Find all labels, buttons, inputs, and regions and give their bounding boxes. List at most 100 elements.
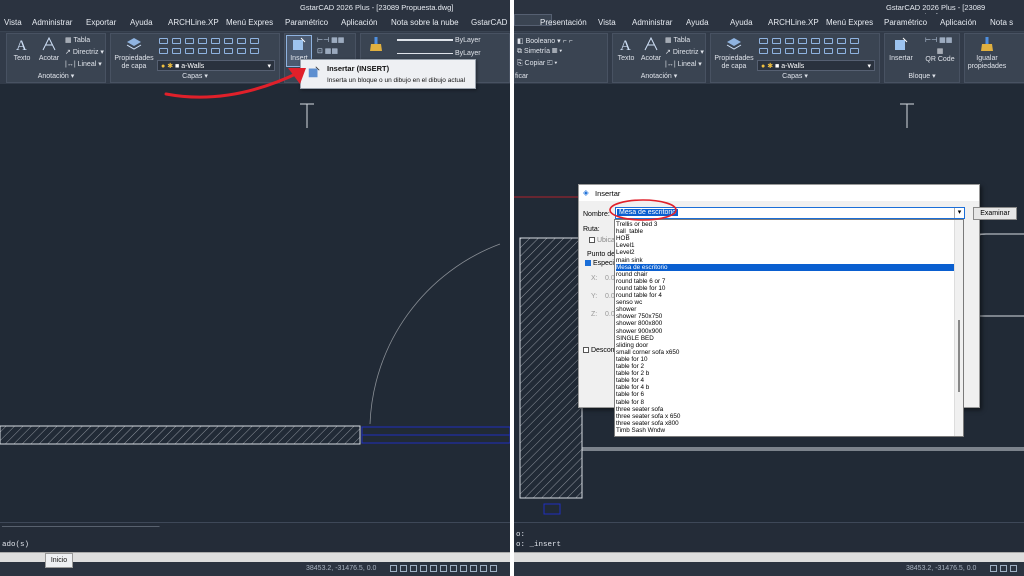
bylayer-linetype[interactable]: ByLayer [397,50,481,57]
list-item[interactable]: hall_table [616,228,643,235]
list-item[interactable]: Trellis or bed 3 [616,221,657,228]
multileader-button[interactable]: ↗ Directriz ▾ [65,48,104,56]
list-item[interactable]: Mesa de escritorio [616,263,954,271]
dimension-button[interactable]: Acotar [639,36,663,63]
status-toggle-icons[interactable] [390,565,500,572]
qr-code-button[interactable]: ▦ QR Code [925,48,955,64]
block-tools-icons[interactable]: ⊢⊣ ▦▦ [317,36,344,44]
list-item[interactable]: shower 900x900 [616,328,662,335]
menu-ayuda[interactable]: Ayuda [730,18,753,27]
insert-button[interactable]: Insertar [887,36,915,63]
menu-vista[interactable]: Vista [4,18,22,27]
menu-menu-expres[interactable]: Menú Expres [226,18,273,27]
list-item[interactable]: shower 750x750 [616,313,662,320]
text-icon: A [16,38,27,52]
layer-dropdown[interactable]: ● ✱ ■ a-Walls ▾ [757,60,875,71]
list-item[interactable]: round table for 4 [616,292,662,299]
list-item[interactable]: small corner sofa x650 [616,349,679,356]
menu-exportar[interactable]: Ayuda [686,18,709,27]
listbox-scrollbar[interactable] [954,220,963,436]
command-input[interactable] [0,552,510,562]
list-item[interactable]: main sink [616,257,643,264]
list-item[interactable]: sliding door [616,342,648,349]
list-item[interactable]: Level1 [616,242,635,249]
list-item[interactable]: SINGLE BED [616,335,654,342]
menu-exportar[interactable]: Exportar [86,18,116,27]
array-icon: ▦ ▾ [551,48,563,55]
dimension-button[interactable]: Acotar [37,36,61,63]
locate-checkbox[interactable]: Ubicar [589,237,617,244]
layer-properties-button[interactable]: Propiedades de capa [713,36,755,71]
menu-archline[interactable]: ARCHLine.XP [168,18,219,27]
match-properties-button[interactable]: Igualar propiedades [967,36,1007,71]
block-tools-icons-2[interactable]: ⊡ ▦▦ [317,47,338,55]
menu-menu-expres[interactable]: Menú Expres [826,18,873,27]
list-item[interactable]: three seater sofa x 650 [616,413,680,420]
bylayer-color[interactable]: ByLayer [397,37,481,44]
menu-gstarcad[interactable]: GstarCAD 3 [471,18,510,27]
specify-checkbox[interactable]: Especi [585,260,614,267]
list-item[interactable]: shower 800x800 [616,320,662,327]
explode-checkbox[interactable]: Descom [583,347,617,354]
menu-parametrico[interactable]: Paramétrico [884,18,927,27]
menu-presentacion[interactable]: Presentación [540,18,587,27]
menu-nota-nube[interactable]: Nota sobre la nube [391,18,459,27]
menu-vista[interactable]: Vista [598,18,616,27]
match-properties-button[interactable] [365,36,387,55]
table-button[interactable]: ▦ Tabla [65,36,90,44]
menu-parametrico[interactable]: Paramétrico [285,18,328,27]
block-tools-icons[interactable]: ⊢⊣ ▦▦ [925,36,952,44]
list-item[interactable]: Timb Sash Wndw [616,427,665,434]
list-item[interactable]: round table 6 or 7 [616,278,665,285]
layer-tools-row1[interactable] [159,38,263,46]
browse-button[interactable]: Examinar [973,207,1017,220]
layer-tools-row1[interactable] [759,38,863,46]
layer-properties-button[interactable]: Propiedades de capa [113,36,155,71]
list-item[interactable]: table for 10 [616,356,648,363]
menu-aplicacion[interactable]: Aplicación [341,18,377,27]
scrollbar-thumb[interactable] [958,320,960,392]
copy-button[interactable]: ⎘ Copiar ◰ ▾ [517,60,557,68]
menu-archline[interactable]: ARCHLine.XP [768,18,819,27]
list-item[interactable]: table for 2 b [616,370,649,377]
layer-tools-row2[interactable] [159,48,263,56]
linear-button[interactable]: |↔| Lineal ▾ [665,60,702,68]
drawing-area[interactable] [0,84,510,522]
chevron-down-icon[interactable]: ▾ [954,208,964,218]
menu-aplicacion[interactable]: Aplicación [940,18,976,27]
leader-icon: ↗ [665,49,673,56]
list-item[interactable]: table for 4 b [616,384,649,391]
list-item[interactable]: HOB [616,235,630,242]
block-name-listbox[interactable]: Trellis or bed 3 hall_table HOB Level1 Level… [614,219,964,437]
status-toggle-icons[interactable] [990,565,1020,572]
boolean-button[interactable]: ◧ Booleano ▾ ⌐ ⌐ [517,37,573,45]
sun-icon: ✱ [767,63,774,70]
list-item[interactable]: shower [616,306,636,313]
menu-administrar[interactable]: Administrar [632,18,672,27]
list-item[interactable]: Level2 [616,249,635,256]
command-input[interactable] [514,552,1024,562]
symmetry-button[interactable]: ⧉ Simetría ▦ ▾ [517,48,562,56]
menu-nota[interactable]: Nota s [990,18,1013,27]
table-button[interactable]: ▦ Tabla [665,36,690,44]
menu-ayuda[interactable]: Ayuda [130,18,153,27]
drawing-canvas[interactable] [0,84,510,522]
linear-button[interactable]: |↔| Lineal ▾ [65,60,102,68]
list-item[interactable]: round chair [616,271,648,278]
list-item[interactable]: round table for 10 [616,285,665,292]
list-item[interactable]: table for 4 [616,377,644,384]
list-item[interactable]: three seater sofa [616,406,663,413]
list-item[interactable]: table for 6 [616,391,644,398]
multileader-button[interactable]: ↗ Directriz ▾ [665,48,704,56]
text-button[interactable]: A Texto [11,36,33,63]
tooltip-title: Insertar (INSERT) [327,64,390,73]
list-item[interactable]: table for 8 [616,399,644,406]
list-item[interactable]: table for 2 [616,363,644,370]
list-item[interactable]: three seater sofa x800 [616,420,679,427]
window-title: GstarCAD 2026 Plus - [23089 Propuesta.dw… [300,3,454,12]
menu-administrar[interactable]: Administrar [32,18,72,27]
text-button[interactable]: A Texto [615,36,637,63]
layer-tools-row2[interactable] [759,48,863,56]
list-item[interactable]: senso wc [616,299,642,306]
fillet-icon: ⌐ ⌐ [562,38,573,45]
